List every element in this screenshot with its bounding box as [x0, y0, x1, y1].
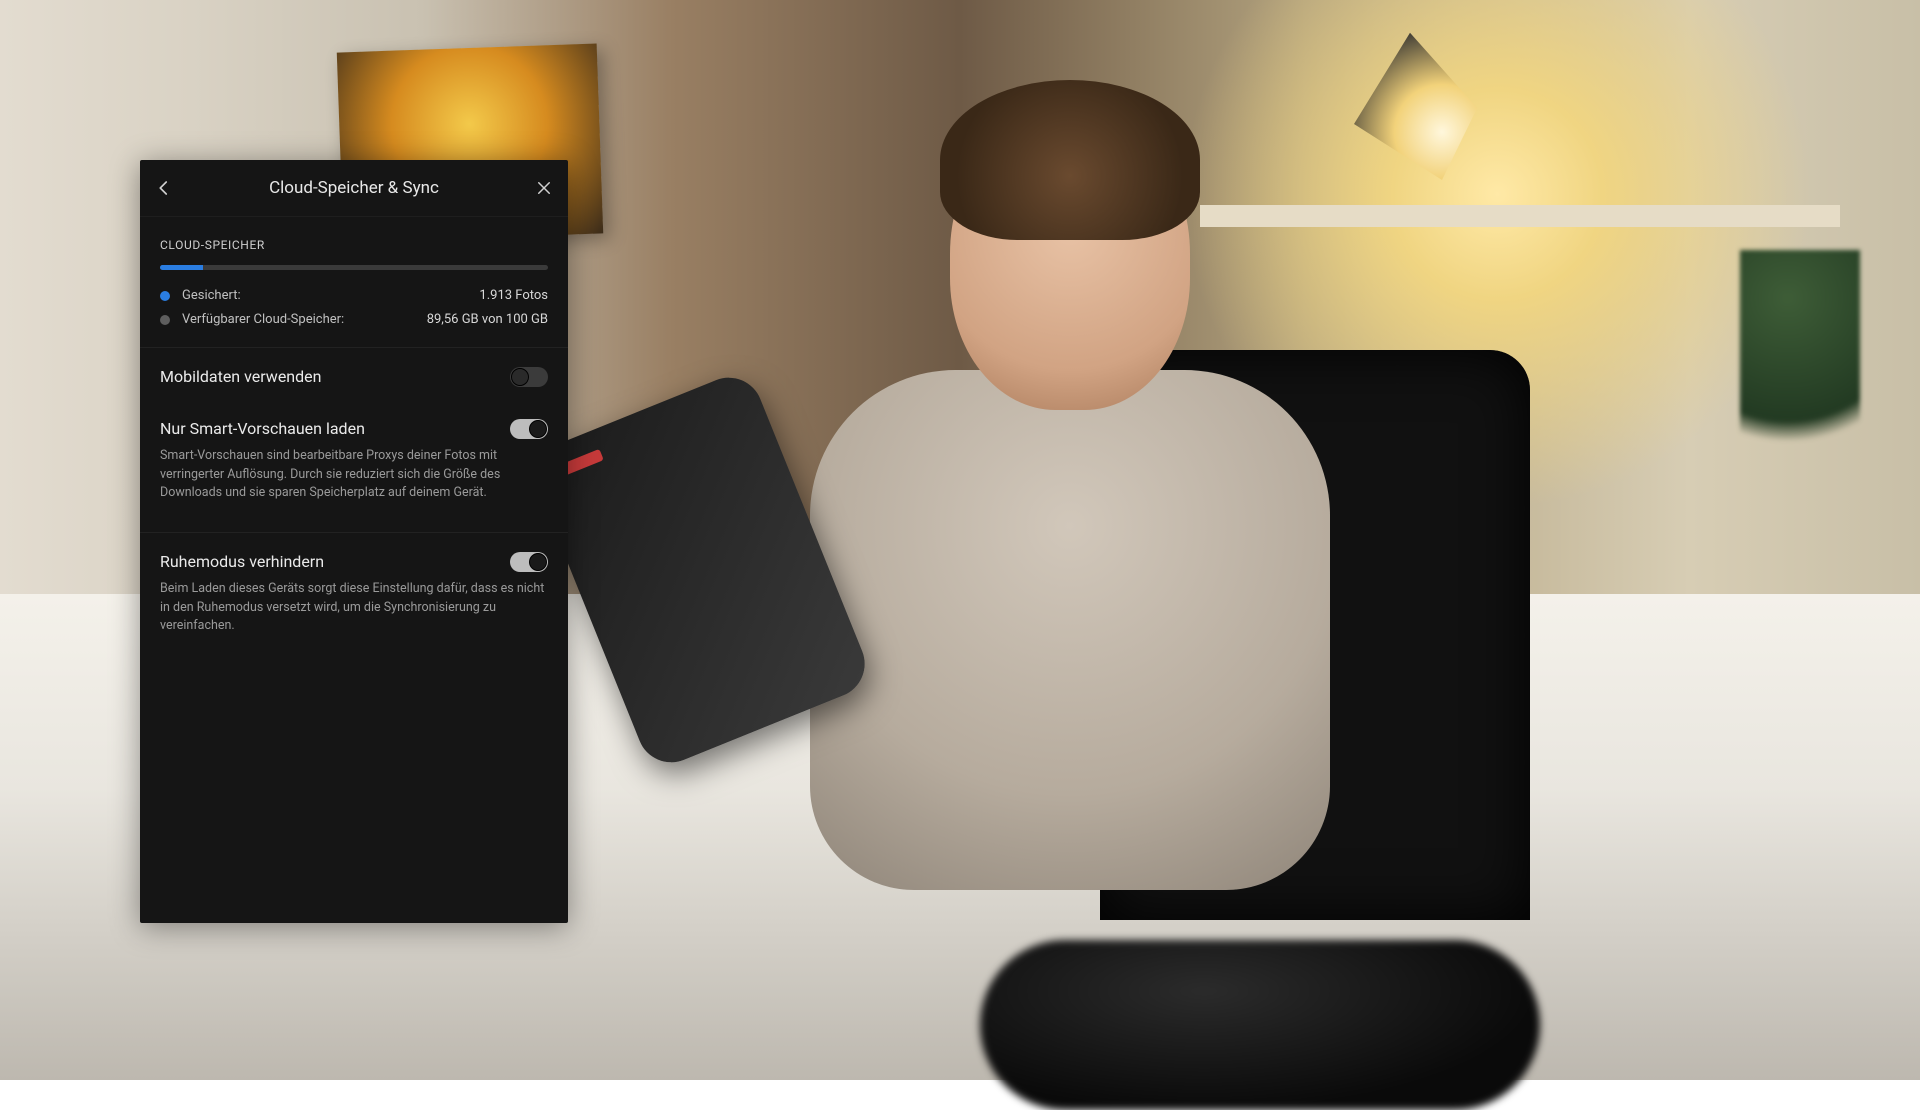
setting-label: Mobildaten verwenden [160, 366, 321, 388]
film-clapper [1500, 60, 1710, 210]
close-button[interactable] [520, 160, 568, 216]
panel-header: Cloud-Speicher & Sync [140, 160, 568, 217]
panel-title: Cloud-Speicher & Sync [269, 177, 439, 200]
person [800, 100, 1340, 1000]
dot-icon-blue [160, 291, 170, 301]
stat-row-available: Verfügbarer Cloud-Speicher: 89,56 GB von… [140, 308, 568, 332]
setting-row-prevent-sleep: Ruhemodus verhindern [140, 533, 568, 581]
cloud-sync-settings-panel: Cloud-Speicher & Sync CLOUD-SPEICHER Ges… [140, 160, 568, 923]
storage-usage-fill [160, 265, 203, 270]
chevron-left-icon [155, 179, 173, 197]
stat-value: 89,56 GB von 100 GB [427, 311, 548, 329]
camera-foreground [980, 940, 1540, 1110]
section-label-cloud-storage: CLOUD-SPEICHER [140, 217, 568, 261]
close-icon [535, 179, 553, 197]
setting-description: Smart-Vorschauen sind bearbeitbare Proxy… [140, 447, 568, 515]
stat-label: Verfügbarer Cloud-Speicher: [182, 311, 427, 329]
setting-description: Beim Laden dieses Geräts sorgt diese Ein… [140, 580, 568, 648]
plant [1740, 250, 1860, 490]
stat-value: 1.913 Fotos [479, 287, 548, 305]
dot-icon-grey [160, 315, 170, 325]
setting-label: Ruhemodus verhindern [160, 551, 324, 573]
toggle-mobile-data[interactable] [510, 367, 548, 387]
setting-row-mobile-data: Mobildaten verwenden [140, 348, 568, 396]
toggle-prevent-sleep[interactable] [510, 552, 548, 572]
storage-usage-bar [160, 265, 548, 270]
setting-row-smart-previews: Nur Smart-Vorschauen laden [140, 396, 568, 448]
setting-label: Nur Smart-Vorschauen laden [160, 418, 365, 440]
toggle-smart-previews[interactable] [510, 419, 548, 439]
stat-row-backed-up: Gesichert: 1.913 Fotos [140, 284, 568, 308]
stat-label: Gesichert: [182, 287, 479, 305]
back-button[interactable] [140, 160, 188, 216]
